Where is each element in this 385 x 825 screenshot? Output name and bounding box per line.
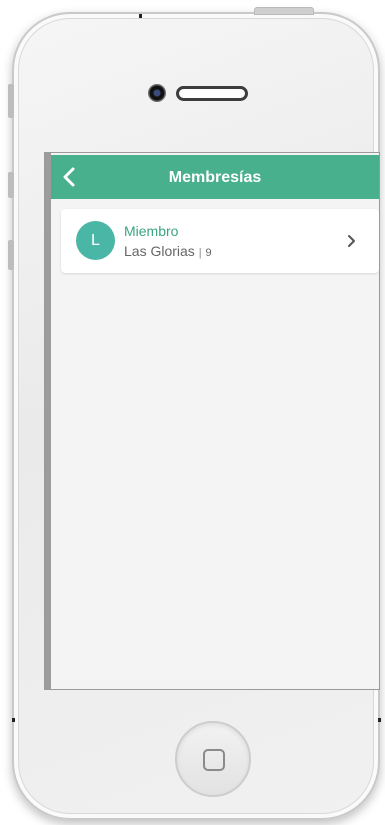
avatar: L (76, 221, 115, 260)
frame-tick (139, 14, 142, 18)
membership-count: 9 (205, 247, 212, 259)
phone-frame: Membresías L Miembro Las Glorias | 9 (12, 12, 380, 820)
frame-tick (12, 718, 15, 722)
camera-icon (148, 84, 166, 102)
membership-title: Miembro (124, 223, 179, 239)
mute-switch (8, 84, 14, 118)
volume-down-button (8, 240, 14, 270)
page-title: Membresías (168, 169, 262, 186)
membership-subtitle: Las Glorias | 9 (124, 243, 212, 259)
home-button[interactable] (175, 721, 251, 797)
membership-list-item[interactable]: L Miembro Las Glorias | 9 (61, 209, 379, 273)
membership-location: Las Glorias (124, 243, 195, 259)
speaker-grille (176, 86, 248, 101)
frame-tick (378, 718, 381, 722)
separator: | (198, 247, 202, 259)
home-square-icon (203, 749, 225, 771)
power-button (254, 7, 314, 15)
chevron-right-icon[interactable] (347, 234, 357, 248)
volume-up-button (8, 172, 14, 198)
screen-edge-shade (45, 153, 51, 689)
app-screen: Membresías L Miembro Las Glorias | 9 (44, 152, 380, 690)
app-header: Membresías (51, 155, 379, 199)
